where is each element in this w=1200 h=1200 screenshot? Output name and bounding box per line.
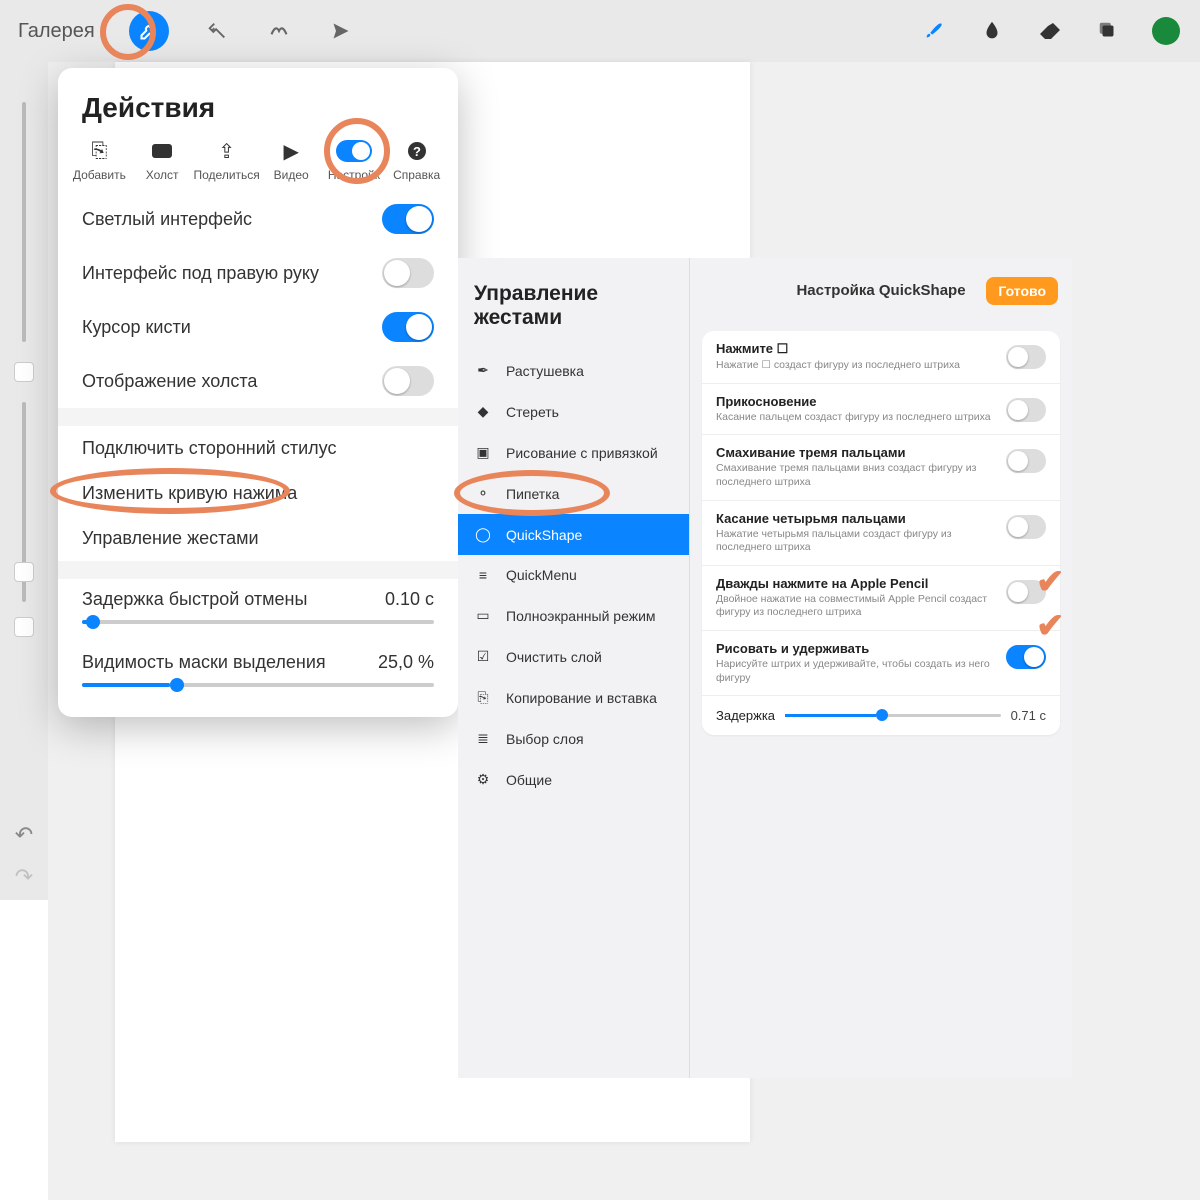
- toggle-brush-cursor-row: Курсор кисти: [58, 300, 458, 354]
- svg-text:?: ?: [413, 144, 421, 159]
- tab-canvas[interactable]: Холст: [131, 138, 194, 182]
- gesture-item-erase[interactable]: ◆Стереть: [458, 391, 689, 432]
- undo-redo-area: ↶ ↷: [0, 812, 48, 900]
- actions-popover: Действия ⎘Добавить Холст ⇪Поделиться ▶Ви…: [58, 68, 458, 717]
- gesture-list-panel: Управление жестами ✒Растушевка ◆Стереть …: [458, 258, 690, 1078]
- redo-button[interactable]: ↷: [0, 864, 48, 890]
- done-button[interactable]: Готово: [986, 277, 1058, 305]
- adjust-icon[interactable]: [203, 17, 231, 45]
- link-gesture-control[interactable]: Управление жестами: [58, 516, 458, 561]
- link-connect-stylus[interactable]: Подключить сторонний стилус: [58, 426, 458, 471]
- qs-delay-slider[interactable]: [785, 714, 1001, 717]
- qs-delay-row: Задержка 0.71 с: [702, 696, 1060, 735]
- annotation-circle-quickshape-item: [454, 470, 610, 516]
- actions-tabs: ⎘Добавить Холст ⇪Поделиться ▶Видео Настр…: [58, 138, 458, 192]
- brush-size-thumb[interactable]: [14, 362, 34, 382]
- qs-row-tap: Нажмите ☐Нажатие ☐ создаст фигуру из пос…: [702, 331, 1060, 384]
- toggle-right-hand-row: Интерфейс под правую руку: [58, 246, 458, 300]
- brush-icon[interactable]: [920, 17, 948, 45]
- annotation-check-hold: ✔: [1036, 562, 1065, 602]
- tab-share[interactable]: ⇪Поделиться: [194, 138, 260, 182]
- gesture-item-quickmenu[interactable]: ≡QuickMenu: [458, 555, 689, 595]
- gesture-item-layerselect[interactable]: ≣Выбор слоя: [458, 718, 689, 759]
- annotation-check-delay: ✔: [1036, 606, 1065, 646]
- gesture-item-copypaste[interactable]: ⎘Копирование и вставка: [458, 677, 689, 718]
- undo-button[interactable]: ↶: [0, 822, 48, 848]
- top-toolbar: Галерея: [0, 0, 1200, 62]
- color-picker-button[interactable]: [1152, 17, 1180, 45]
- tab-video[interactable]: ▶Видео: [260, 138, 323, 182]
- qs-toggle-tap4[interactable]: [1006, 515, 1046, 539]
- qs-row-touch: ПрикосновениеКасание пальцем создаст фиг…: [702, 384, 1060, 436]
- side-sliders: [0, 62, 48, 882]
- toggle-canvas-view-row: Отображение холста: [58, 354, 458, 408]
- tab-add[interactable]: ⎘Добавить: [68, 138, 131, 182]
- slider-undo-delay[interactable]: Задержка быстрой отмены0.10 с: [58, 579, 458, 624]
- quickshape-options-card: Нажмите ☐Нажатие ☐ создаст фигуру из пос…: [702, 331, 1060, 735]
- annotation-circle-wrench: [100, 4, 156, 60]
- qs-toggle-tap[interactable]: [1006, 345, 1046, 369]
- brush-size-slider[interactable]: [22, 102, 26, 342]
- gesture-list-title: Управление жестами: [458, 282, 689, 350]
- opacity-thumb[interactable]: [14, 617, 34, 637]
- toggle-light-ui[interactable]: [382, 204, 434, 234]
- qs-toggle-touch[interactable]: [1006, 398, 1046, 422]
- gallery-button[interactable]: Галерея: [18, 20, 95, 43]
- gesture-item-fullscreen[interactable]: ▭Полноэкранный режим: [458, 595, 689, 636]
- smudge-icon[interactable]: [978, 17, 1006, 45]
- qs-row-swipe3: Смахивание тремя пальцамиСмахивание трем…: [702, 435, 1060, 500]
- qs-row-tap4: Касание четырьмя пальцамиНажатие четырьм…: [702, 501, 1060, 566]
- erase-icon[interactable]: [1036, 17, 1064, 45]
- gesture-item-assisted[interactable]: ▣Рисование с привязкой: [458, 432, 689, 473]
- modifier-button[interactable]: [14, 562, 34, 582]
- annotation-circle-settings-tab: [324, 118, 390, 184]
- qs-row-hold: Рисовать и удерживатьНарисуйте штрих и у…: [702, 631, 1060, 696]
- qs-toggle-swipe3[interactable]: [1006, 449, 1046, 473]
- toggle-right-hand[interactable]: [382, 258, 434, 288]
- transform-arrow-icon[interactable]: [327, 17, 355, 45]
- qs-toggle-hold[interactable]: [1006, 645, 1046, 669]
- toggle-light-ui-row: Светлый интерфейс: [58, 192, 458, 246]
- gesture-item-clear[interactable]: ☑Очистить слой: [458, 636, 689, 677]
- toggle-brush-cursor[interactable]: [382, 312, 434, 342]
- layers-icon[interactable]: [1094, 17, 1122, 45]
- gesture-item-smudge[interactable]: ✒Растушевка: [458, 350, 689, 391]
- gesture-item-quickshape[interactable]: ◯QuickShape: [458, 514, 689, 555]
- actions-title: Действия: [58, 68, 458, 138]
- gesture-item-general[interactable]: ⚙Общие: [458, 759, 689, 800]
- quickshape-panel: Настройка QuickShape Готово Нажмите ☐Наж…: [690, 258, 1072, 1078]
- annotation-circle-gesture-link: [50, 468, 290, 514]
- toggle-canvas-view[interactable]: [382, 366, 434, 396]
- slider-mask-visibility[interactable]: Видимость маски выделения25,0 %: [58, 642, 458, 687]
- tab-help[interactable]: ?Справка: [385, 138, 448, 182]
- selection-icon[interactable]: [265, 17, 293, 45]
- qs-row-pencil2: Дважды нажмите на Apple PencilДвойное на…: [702, 566, 1060, 631]
- quickshape-title: Настройка QuickShape: [796, 282, 965, 299]
